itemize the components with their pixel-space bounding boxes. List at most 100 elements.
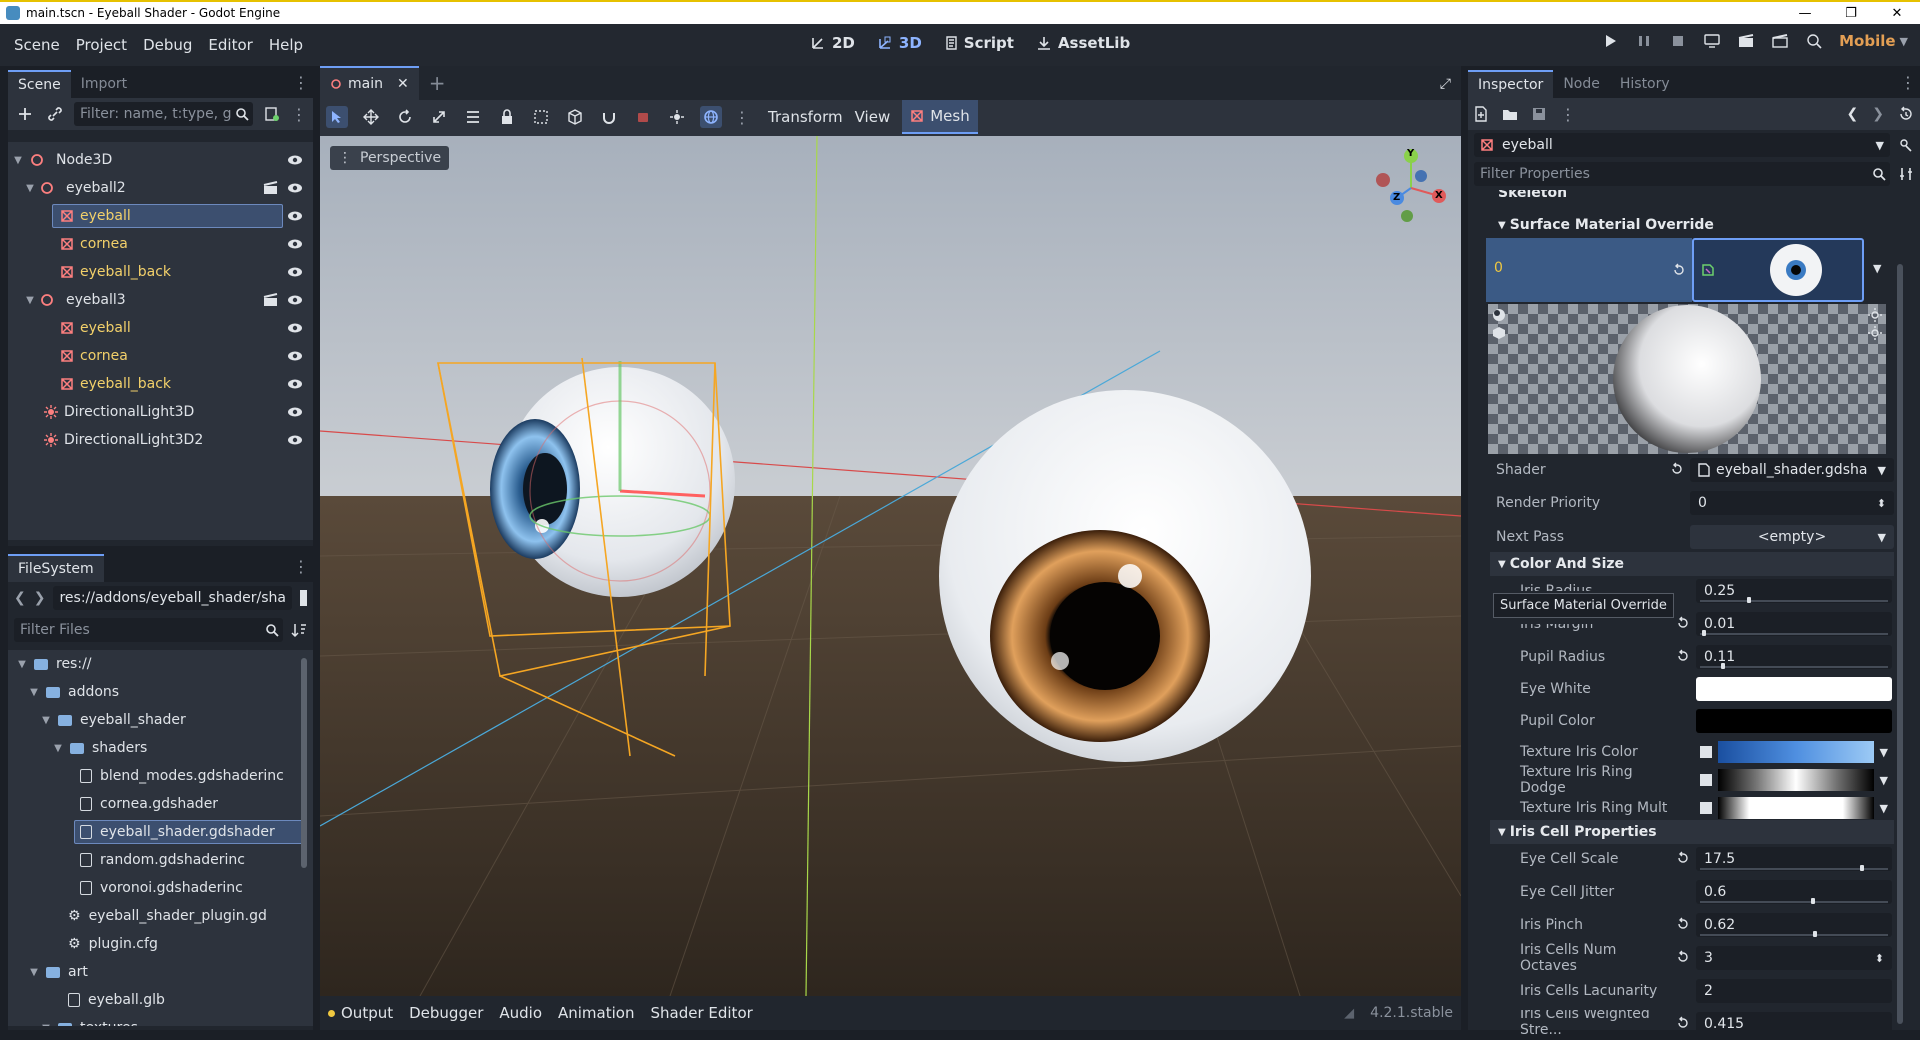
tab-shader-editor[interactable]: Shader Editor (650, 1004, 752, 1022)
history-forward-icon[interactable]: ❯ (1872, 106, 1884, 122)
material-resource-picker[interactable] (1692, 238, 1864, 302)
tree-row-light2[interactable]: DirectionalLight3D2 (8, 426, 313, 454)
property-tools-icon[interactable] (1898, 166, 1914, 182)
section-surface-material-override[interactable]: ▼ Surface Material Override (1490, 213, 1900, 237)
transform-snap-button[interactable] (598, 106, 620, 128)
eye-icon[interactable] (287, 265, 303, 279)
collapse-arrow-icon[interactable]: ▼ (12, 155, 24, 166)
perspective-menu[interactable]: ⋮ Perspective (330, 146, 450, 170)
tree-row-eyeball-back[interactable]: eyeball_back (8, 258, 313, 286)
prop-iris-cells-num-octaves[interactable]: Iris Cells Num Octaves 3 ⬍ (1500, 942, 1892, 974)
tab-3d[interactable]: 3D (873, 32, 926, 54)
shader-resource-field[interactable]: eyeball_shader.gdsha ▼ (1690, 458, 1894, 482)
pause-button[interactable] (1635, 32, 1653, 50)
tab-node[interactable]: Node (1553, 70, 1610, 98)
scene-options-icon[interactable]: ⋮ (291, 105, 307, 124)
filter-files-input[interactable]: Filter Files (14, 618, 283, 642)
prop-iris-cells-weighted[interactable]: Iris Cells Weighted Stre... 0.415 (1500, 1010, 1892, 1034)
eye-icon[interactable] (287, 237, 303, 251)
iris-cells-weighted-field[interactable]: 0.415 (1696, 1012, 1892, 1034)
tree-row-cornea[interactable]: cornea (8, 342, 313, 370)
tree-row-light[interactable]: DirectionalLight3D (8, 398, 313, 426)
eye-icon[interactable] (287, 153, 303, 167)
tab-script[interactable]: Script (940, 32, 1018, 54)
prop-render-priority[interactable]: Render Priority 0 ⬍ (1488, 489, 1894, 517)
menu-editor[interactable]: Editor (200, 36, 260, 54)
split-mode-icon[interactable] (300, 590, 307, 606)
scale-mode-button[interactable] (428, 106, 450, 128)
revert-icon[interactable] (1676, 649, 1690, 663)
tree-row-eyeball-back[interactable]: eyeball_back (8, 370, 313, 398)
add-scene-tab-button[interactable]: + (419, 66, 456, 100)
group-button[interactable] (530, 106, 552, 128)
texture-iris-color-field[interactable]: ▼ (1696, 740, 1892, 764)
preview-environment-button[interactable] (632, 106, 654, 128)
texture-iris-ring-mult-field[interactable]: ▼ (1696, 796, 1892, 820)
tab-filesystem[interactable]: FileSystem (8, 554, 104, 582)
light-toggle-icon[interactable] (1492, 308, 1506, 322)
prop-next-pass[interactable]: Next Pass <empty> ▼ (1488, 523, 1894, 551)
iris-cells-lacunarity-field[interactable]: 2 (1696, 979, 1892, 1003)
tab-output[interactable]: Output (328, 1004, 393, 1022)
minimize-button[interactable]: — (1782, 2, 1828, 24)
iris-radius-slider[interactable]: 0.25 (1696, 579, 1892, 603)
scene-filter-input[interactable]: Filter: name, t:type, g (74, 102, 253, 126)
next-pass-field[interactable]: <empty> ▼ (1690, 525, 1894, 549)
node-info-icon[interactable] (1898, 137, 1914, 153)
tab-scene[interactable]: Scene (8, 70, 71, 98)
file-row[interactable]: voronoi.gdshaderinc (8, 874, 313, 902)
surface-index-row[interactable]: 0 (1486, 238, 1692, 302)
kebab-menu-icon[interactable]: ⋮ (293, 557, 313, 582)
attach-script-button[interactable] (261, 103, 283, 125)
tree-row-eyeball-selected[interactable]: eyeball (8, 202, 313, 230)
clapper-icon[interactable] (263, 293, 279, 307)
path-field[interactable]: res://addons/eyeball_shader/sha (53, 586, 292, 610)
eye-icon[interactable] (287, 293, 303, 307)
new-resource-icon[interactable] (1474, 106, 1488, 122)
file-row[interactable]: random.gdshaderinc (8, 846, 313, 874)
tab-history[interactable]: History (1610, 70, 1680, 98)
collapse-arrow-icon[interactable]: ▼ (24, 295, 36, 306)
tree-row-eyeball2[interactable]: ▼ eyeball2 (8, 174, 313, 202)
tab-assetlib[interactable]: AssetLib (1032, 32, 1134, 54)
menu-help[interactable]: Help (261, 36, 311, 54)
iris-cells-num-octaves-spinbox[interactable]: 3 ⬍ (1696, 946, 1892, 970)
section-iris-cell-properties[interactable]: ▼ Iris Cell Properties (1490, 820, 1894, 844)
view-gizmo[interactable]: Y X Z (1371, 148, 1451, 228)
file-row[interactable]: ▼ shaders (8, 734, 313, 762)
iris-margin-slider[interactable]: 0.01 (1696, 612, 1892, 636)
file-row[interactable]: cornea.gdshader (8, 790, 313, 818)
tree-row-eyeball[interactable]: eyeball (8, 314, 313, 342)
file-row[interactable]: ▼ eyeball_shader (8, 706, 313, 734)
spin-arrows-icon[interactable]: ⬍ (1875, 952, 1884, 965)
tab-2d[interactable]: 2D (806, 32, 859, 54)
eye-cell-jitter-slider[interactable]: 0.6 (1696, 880, 1892, 904)
tab-animation[interactable]: Animation (558, 1004, 634, 1022)
clapper-icon[interactable] (263, 181, 279, 195)
play-button[interactable] (1601, 32, 1619, 50)
eye-icon[interactable] (287, 321, 303, 335)
filesystem-scrollbar[interactable] (301, 658, 307, 868)
select-mode-button[interactable] (326, 106, 348, 128)
list-select-button[interactable] (462, 106, 484, 128)
file-row[interactable]: ▼ res:// (8, 650, 313, 678)
iris-pinch-slider[interactable]: 0.62 (1696, 913, 1892, 937)
inspector-options-icon[interactable]: ⋮ (1560, 105, 1576, 124)
view-menu[interactable]: View (855, 108, 891, 126)
file-row[interactable]: blend_modes.gdshaderinc (8, 762, 313, 790)
eye-icon[interactable] (287, 349, 303, 363)
lock-button[interactable] (496, 106, 518, 128)
maximize-button[interactable]: ❐ (1828, 2, 1874, 24)
prop-iris-cells-lacunarity[interactable]: Iris Cells Lacunarity 2 (1500, 977, 1892, 1005)
add-node-button[interactable] (14, 103, 36, 125)
file-row[interactable]: ⚙ eyeball_shader_plugin.gd (8, 902, 313, 930)
pupil-radius-slider[interactable]: 0.11 (1696, 645, 1892, 669)
file-row[interactable]: ▼ art (8, 958, 313, 986)
file-row[interactable]: ▼textures (8, 1014, 313, 1026)
prop-pupil-radius[interactable]: Pupil Radius 0.11 (1500, 643, 1892, 671)
object-history-icon[interactable] (1898, 106, 1914, 122)
inspector-scrollbar[interactable] (1897, 264, 1903, 1024)
eye-white-color-picker[interactable] (1696, 677, 1892, 701)
tab-import[interactable]: Import (71, 70, 137, 98)
file-row[interactable]: ▼ addons (8, 678, 313, 706)
